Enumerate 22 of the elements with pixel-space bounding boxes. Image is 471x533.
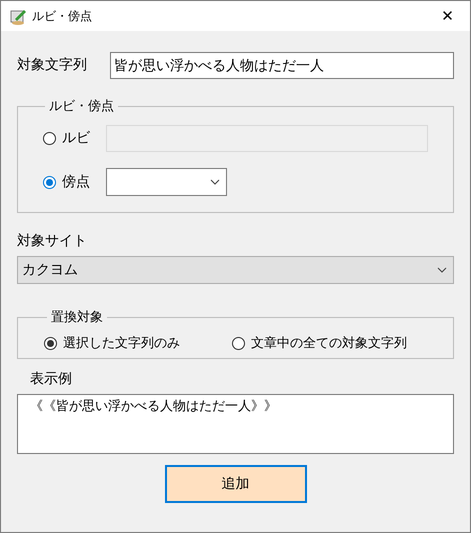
chevron-down-icon [437,267,447,273]
group-legend: ルビ・傍点 [45,97,118,116]
app-icon [9,7,27,25]
site-dropdown[interactable]: カクヨム [17,256,454,284]
radio-label: 傍点 [62,172,91,192]
add-button[interactable]: 追加 [164,465,306,503]
field-label: 対象文字列 [17,56,88,75]
radio-label: ルビ [62,128,91,148]
radio-button[interactable] [44,337,57,350]
close-button[interactable]: ✕ [425,1,470,31]
window-title: ルビ・傍点 [32,8,92,25]
chevron-down-icon [210,179,220,185]
field-label: 表示例 [30,370,73,389]
radio-label: 選択した文字列のみ [63,334,180,353]
field-label: 対象サイト [17,232,88,251]
emphasis-dropdown[interactable] [106,168,227,196]
target-string-field[interactable]: 皆が思い浮かべる人物はただ一人 [110,52,454,79]
preview-box: 《《皆が思い浮かべる人物はただ一人》》 [17,394,454,454]
radio-button[interactable] [232,337,245,350]
group-legend: 置換対象 [47,308,107,328]
radio-label: 文章中の全ての対象文字列 [251,334,407,353]
radio-button[interactable] [43,176,56,188]
